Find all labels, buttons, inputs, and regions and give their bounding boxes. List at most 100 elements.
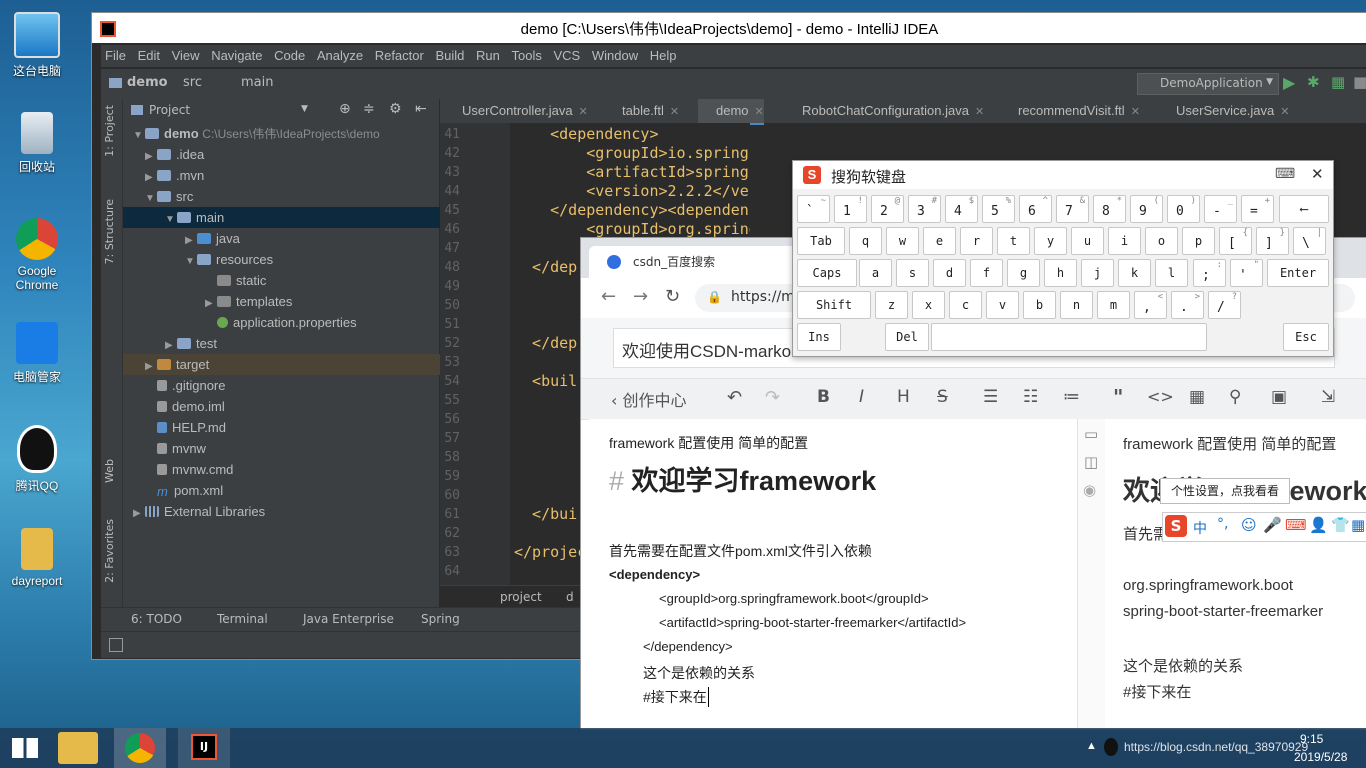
tab-user-service[interactable]: UserService.java ✕ xyxy=(1158,99,1289,123)
key-punct-1[interactable]: ' " xyxy=(1230,259,1263,287)
qq-tray-icon[interactable] xyxy=(1104,738,1118,756)
key-z[interactable]: z xyxy=(875,291,908,319)
key-3[interactable]: 3 # xyxy=(908,195,941,223)
menu-window[interactable]: Window xyxy=(588,45,642,63)
collapse-icon[interactable]: ≑ xyxy=(363,101,375,117)
toolbox-icon[interactable]: ▦ xyxy=(1351,516,1365,534)
key-h[interactable]: h xyxy=(1044,259,1077,287)
redo-icon[interactable]: ↷ xyxy=(765,387,780,408)
key-bracket-0[interactable]: [{ xyxy=(1219,227,1252,255)
tab-table-ftl[interactable]: table.ftl ✕ xyxy=(604,99,679,123)
undo-icon[interactable]: ↶ xyxy=(727,387,742,408)
preview-eye-icon[interactable]: ◉ xyxy=(1083,481,1096,499)
tool-tab-favorites[interactable]: 2: Favorites xyxy=(103,519,116,583)
import-icon[interactable]: ⇲ xyxy=(1321,387,1335,407)
key-space[interactable] xyxy=(931,323,1207,351)
forward-icon[interactable]: → xyxy=(633,286,648,307)
close-icon[interactable]: ✕ xyxy=(1131,106,1140,118)
menu-navigate[interactable]: Navigate xyxy=(207,45,266,63)
hide-panel-icon[interactable]: ⇤ xyxy=(415,101,427,117)
key-sym-1[interactable]: . > xyxy=(1171,291,1204,319)
desktop-icon-qq[interactable]: 腾讯QQ xyxy=(6,425,68,494)
menu-edit[interactable]: Edit xyxy=(134,45,164,63)
emoji-icon[interactable]: ☺ xyxy=(1241,516,1257,534)
key-ins[interactable]: Ins xyxy=(797,323,841,351)
tree-item-test[interactable]: ▶ test xyxy=(123,333,481,354)
skin-icon[interactable]: 👕 xyxy=(1331,516,1350,534)
tree-item-demo[interactable]: ▼ demo C:\Users\伟伟\IdeaProjects\demo xyxy=(123,123,449,144)
menu-tools[interactable]: Tools xyxy=(508,45,546,63)
key-j[interactable]: j xyxy=(1081,259,1114,287)
sogou-logo-icon[interactable]: S xyxy=(1165,515,1187,537)
tool-tab-spring[interactable]: Spring xyxy=(421,612,460,626)
run-config-selector[interactable]: DemoApplication ▼ xyxy=(1137,73,1279,95)
key-x[interactable]: x xyxy=(912,291,945,319)
ordered-list-icon[interactable]: ☷ xyxy=(1023,387,1038,407)
menu-analyze[interactable]: Analyze xyxy=(313,45,367,63)
key-b[interactable]: b xyxy=(1023,291,1056,319)
unordered-list-icon[interactable]: ☰ xyxy=(983,387,998,407)
desktop-icon-pc-manager[interactable]: 电脑管家 xyxy=(6,322,68,385)
nav-src[interactable]: src xyxy=(183,75,202,90)
key-p[interactable]: p xyxy=(1182,227,1215,255)
tree-item-help-md[interactable]: HELP.md xyxy=(123,417,473,438)
task-list-icon[interactable]: ≔ xyxy=(1063,387,1080,407)
keyboard-icon[interactable]: ⌨ xyxy=(1285,516,1307,534)
close-icon[interactable]: ✕ xyxy=(975,106,984,118)
microphone-icon[interactable]: 🎤 xyxy=(1263,516,1282,534)
tree-item-src[interactable]: ▼ src xyxy=(123,186,461,207)
key-10[interactable]: 0) xyxy=(1167,195,1200,223)
split-view-icon[interactable]: ◫ xyxy=(1084,453,1098,471)
key-q[interactable]: q xyxy=(849,227,882,255)
key-i[interactable]: i xyxy=(1108,227,1141,255)
windows-start-icon[interactable] xyxy=(12,738,38,758)
tab-demo[interactable]: demo ✕ xyxy=(698,99,764,125)
tree-item-idea[interactable]: ▶ .idea xyxy=(123,144,461,165)
tree-item-external-libraries[interactable]: ▶ External Libraries xyxy=(123,501,449,522)
key-sym-2[interactable]: /? xyxy=(1208,291,1241,319)
image-icon[interactable]: ▣ xyxy=(1271,387,1287,407)
tab-robot-chat[interactable]: RobotChatConfiguration.java ✕ xyxy=(784,99,984,123)
menu-vcs[interactable]: VCS xyxy=(549,45,584,63)
menu-view[interactable]: View xyxy=(168,45,204,63)
breadcrumb-d[interactable]: d xyxy=(566,590,574,604)
tree-item-gitignore[interactable]: .gitignore xyxy=(123,375,473,396)
key-11[interactable]: - _ xyxy=(1204,195,1237,223)
menu-file[interactable]: File xyxy=(101,45,130,63)
key-caps[interactable]: Caps xyxy=(797,259,857,287)
menu-refactor[interactable]: Refactor xyxy=(371,45,428,63)
coverage-icon[interactable]: ▦ xyxy=(1331,73,1345,91)
strikethrough-icon[interactable]: S xyxy=(937,387,948,407)
quote-icon[interactable]: " xyxy=(1113,385,1123,409)
close-icon[interactable]: ✕ xyxy=(670,106,679,118)
key-y[interactable]: y xyxy=(1034,227,1067,255)
tree-item-mvnw[interactable]: mvnw xyxy=(123,438,473,459)
key-enter[interactable]: Enter xyxy=(1267,259,1329,287)
debug-icon[interactable]: ✱ xyxy=(1307,73,1320,91)
key-v[interactable]: v xyxy=(986,291,1019,319)
table-icon[interactable]: ▦ xyxy=(1189,387,1205,407)
key-0[interactable]: ` ~ xyxy=(797,195,830,223)
key-tab[interactable]: Tab xyxy=(797,227,845,255)
key-bracket-2[interactable]: \ | xyxy=(1293,227,1326,255)
key-f[interactable]: f xyxy=(970,259,1003,287)
key-n[interactable]: n xyxy=(1060,291,1093,319)
key-shift[interactable]: Shift xyxy=(797,291,871,319)
key-bracket-1[interactable]: ]} xyxy=(1256,227,1289,255)
key-t[interactable]: t xyxy=(997,227,1030,255)
desktop-icon-this-pc[interactable]: 这台电脑 xyxy=(6,12,68,79)
key-g[interactable]: g xyxy=(1007,259,1040,287)
taskbar-chrome-button[interactable] xyxy=(114,728,166,768)
key-o[interactable]: o xyxy=(1145,227,1178,255)
key-l[interactable]: l xyxy=(1155,259,1188,287)
tree-item-mvnw-cmd[interactable]: mvnw.cmd xyxy=(123,459,473,480)
nav-project[interactable]: demo xyxy=(127,75,168,90)
desktop-icon-chrome[interactable]: Google Chrome xyxy=(6,218,68,292)
desktop-icon-recycle-bin[interactable]: 回收站 xyxy=(6,112,68,175)
key-c[interactable]: c xyxy=(949,291,982,319)
key-del[interactable]: Del xyxy=(885,323,929,351)
key-4[interactable]: 4 $ xyxy=(945,195,978,223)
tool-tab-structure[interactable]: 7: Structure xyxy=(103,199,116,264)
key-1[interactable]: 1! xyxy=(834,195,867,223)
tool-tab-project[interactable]: 1: Project xyxy=(103,105,116,157)
